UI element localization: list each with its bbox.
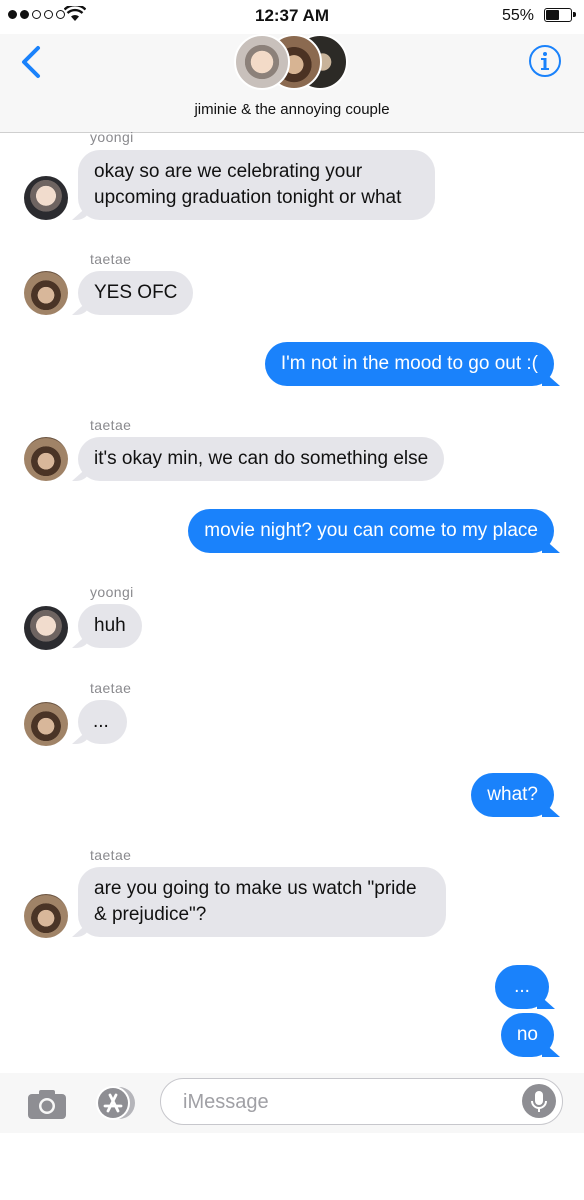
- message-thread[interactable]: yoongi okay so are we celebrating your u…: [0, 129, 584, 1073]
- sender-name: yoongi: [90, 584, 134, 600]
- message-bubble-outgoing[interactable]: no: [500, 1013, 554, 1057]
- message-line: what?: [487, 784, 538, 805]
- group-avatars[interactable]: [234, 34, 354, 90]
- sender-name: taetae: [90, 847, 132, 863]
- avatar-taetae[interactable]: [24, 271, 68, 315]
- imessage-field[interactable]: [160, 1078, 563, 1125]
- sender-name: yoongi: [90, 129, 134, 145]
- message-bubble-incoming[interactable]: okay so are we celebrating your upcoming…: [78, 150, 435, 220]
- message-bubble-incoming[interactable]: YES OFC: [78, 271, 194, 315]
- sender-name: taetae: [90, 680, 132, 696]
- message-bubble-outgoing[interactable]: what?: [471, 773, 554, 817]
- message-bubble-outgoing[interactable]: movie night? you can come to my place: [188, 509, 554, 553]
- message-line: YES OFC: [94, 282, 178, 303]
- message-line: & prejudice"?: [94, 904, 207, 925]
- avatar-taetae[interactable]: [24, 894, 68, 938]
- compose-bar: [0, 1073, 584, 1133]
- message-line: no: [516, 1024, 538, 1045]
- group-avatar-1: [234, 34, 290, 90]
- message-line: okay so are we celebrating your: [94, 161, 363, 182]
- imessage-input[interactable]: [181, 1090, 505, 1115]
- status-time: 12:37 AM: [254, 6, 329, 25]
- app-store-icon[interactable]: [92, 1085, 140, 1121]
- message-line: ...: [514, 976, 530, 997]
- message-line: upcoming graduation tonight or what: [94, 187, 402, 208]
- message-line: ...: [93, 711, 109, 732]
- message-line: I'm not in the mood to go out :(: [280, 353, 538, 374]
- battery-percent: 55%: [501, 7, 534, 24]
- message-bubble-incoming[interactable]: are you going to make us watch "pride & …: [78, 867, 446, 937]
- camera-icon[interactable]: [26, 1087, 68, 1121]
- sender-name: taetae: [90, 417, 132, 433]
- message-bubble-outgoing[interactable]: I'm not in the mood to go out :(: [264, 342, 554, 386]
- avatar-taetae[interactable]: [24, 702, 68, 746]
- message-bubble-incoming[interactable]: it's okay min, we can do something else: [78, 437, 445, 481]
- microphone-icon: [531, 1091, 547, 1112]
- message-bubble-outgoing[interactable]: ...: [495, 965, 549, 1009]
- avatar-yoongi[interactable]: [24, 606, 68, 650]
- battery-icon: [544, 8, 576, 22]
- message-line: huh: [94, 615, 126, 636]
- conversation-header: jiminie & the annoying couple: [0, 34, 584, 133]
- microphone-button[interactable]: [522, 1084, 556, 1118]
- back-chevron-icon[interactable]: [14, 42, 50, 82]
- message-line: are you going to make us watch "pride: [94, 878, 417, 899]
- info-icon[interactable]: [528, 44, 562, 78]
- avatar-taetae[interactable]: [24, 437, 68, 481]
- message-bubble-incoming[interactable]: ...: [78, 700, 127, 744]
- group-title[interactable]: jiminie & the annoying couple: [0, 101, 584, 118]
- status-bar: 12:37 AM 55%: [0, 0, 584, 34]
- message-line: it's okay min, we can do something else: [94, 448, 429, 469]
- sender-name: taetae: [90, 251, 132, 267]
- message-line: movie night? you can come to my place: [204, 520, 538, 541]
- message-bubble-incoming[interactable]: huh: [78, 604, 142, 648]
- avatar-yoongi[interactable]: [24, 176, 68, 220]
